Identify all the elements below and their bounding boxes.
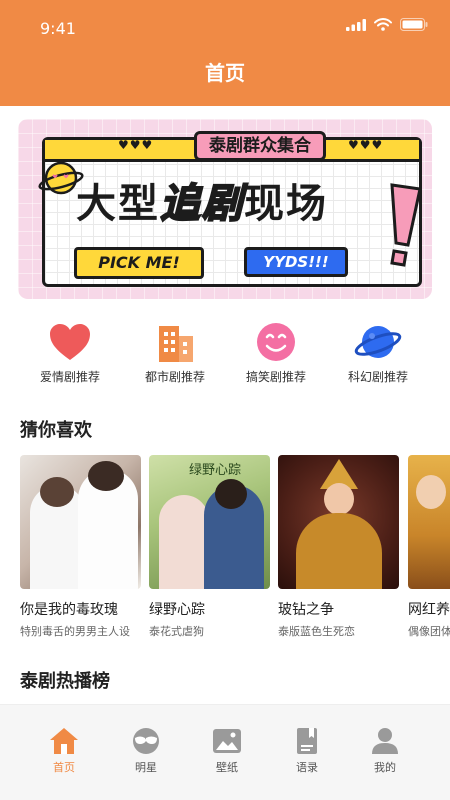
category-label: 都市剧推荐 <box>144 370 205 384</box>
building-icon <box>159 326 193 362</box>
drama-subtitle: 特别毒舌的男男主人设 <box>20 625 130 638</box>
banner-title: 大型追剧现场 <box>76 171 328 229</box>
wifi-icon <box>374 18 392 31</box>
battery-icon <box>400 18 428 31</box>
exclamation-icon <box>390 183 422 267</box>
status-time: 9:41 <box>40 19 76 38</box>
page-title: 首页 <box>205 61 245 85</box>
tab-stars[interactable]: 明星 <box>101 727 191 775</box>
category-urban[interactable]: 都市剧推荐 <box>125 322 225 385</box>
hearts-left: ♥♥♥ <box>118 138 154 152</box>
section-title-hot: 泰剧热播榜 <box>20 671 110 692</box>
drama-card[interactable]: 玻钻之争 泰版蓝色生死恋 <box>278 455 399 639</box>
tab-label: 我的 <box>374 761 396 774</box>
banner-tag: 泰剧群众集合 <box>194 131 326 161</box>
tab-label: 语录 <box>296 761 318 774</box>
category-label: 科幻剧推荐 <box>347 370 408 384</box>
drama-card[interactable]: 你是我的毒玫瑰 特别毒舌的男男主人设 <box>20 455 141 639</box>
heart-icon <box>50 324 90 360</box>
category-scifi[interactable]: 科幻剧推荐 <box>328 322 428 385</box>
drama-poster <box>408 455 450 589</box>
category-label: 搞笑剧推荐 <box>245 370 306 384</box>
bottom-tab-bar: 首页 明星 壁纸 语录 我的 <box>0 704 450 800</box>
poster-overlay-text: 绿野心踪 <box>189 463 242 478</box>
category-row: 爱情剧推荐 都市剧推荐 搞笑剧推荐 科幻剧推荐 <box>0 322 450 392</box>
smile-icon <box>257 323 295 361</box>
drama-poster <box>278 455 399 589</box>
planet-icon <box>354 326 402 358</box>
drama-subtitle: 泰花式虐狗 <box>149 625 204 638</box>
tab-home[interactable]: 首页 <box>19 727 109 775</box>
drama-title: 绿野心踪 <box>149 602 205 618</box>
drama-poster: 绿野心踪 <box>149 455 270 589</box>
drama-card[interactable]: 绿野心踪 绿野心踪 泰花式虐狗 <box>149 455 270 639</box>
star-mask-icon <box>133 728 159 754</box>
book-icon <box>297 728 317 754</box>
home-icon <box>50 728 78 754</box>
drama-title: 你是我的毒玫瑰 <box>20 602 118 618</box>
tab-label: 明星 <box>135 761 157 774</box>
user-icon <box>372 728 398 754</box>
drama-subtitle: 偶像团体 <box>408 625 450 638</box>
tab-wallpaper[interactable]: 壁纸 <box>182 727 272 775</box>
recommend-list: 你是我的毒玫瑰 特别毒舌的男男主人设 绿野心踪 绿野心踪 泰花式虐狗 玻钻之争 … <box>20 455 450 645</box>
category-romance[interactable]: 爱情剧推荐 <box>20 322 120 385</box>
banner-title-accent: 追剧 <box>159 180 244 228</box>
signal-icon <box>346 18 366 31</box>
tab-label: 首页 <box>53 761 75 774</box>
drama-poster <box>20 455 141 589</box>
promo-banner[interactable]: ♥♥♥ ♥♥♥ 泰剧群众集合 大型追剧现场 PICK ME! YYDS!!! <box>18 119 432 299</box>
image-icon <box>213 729 241 753</box>
banner-title-part2: 现场 <box>244 181 328 227</box>
yyds-button[interactable]: YYDS!!! <box>244 247 348 277</box>
hearts-right: ♥♥♥ <box>348 138 384 152</box>
planet-icon <box>38 161 84 195</box>
tab-label: 壁纸 <box>216 761 238 774</box>
app-header: 9:41 首页 <box>0 0 450 106</box>
tab-mine[interactable]: 我的 <box>340 727 430 775</box>
drama-subtitle: 泰版蓝色生死恋 <box>278 625 355 638</box>
drama-card[interactable]: 网红养成记 偶像团体 <box>408 455 450 639</box>
pick-me-button[interactable]: PICK ME! <box>74 247 204 279</box>
banner-title-part1: 大型 <box>76 181 160 227</box>
drama-title: 玻钻之争 <box>278 602 334 618</box>
category-comedy[interactable]: 搞笑剧推荐 <box>226 322 326 385</box>
status-icons <box>346 18 428 31</box>
category-label: 爱情剧推荐 <box>39 370 100 384</box>
section-title-recommend: 猜你喜欢 <box>20 420 92 441</box>
tab-quotes[interactable]: 语录 <box>262 727 352 775</box>
drama-title: 网红养成记 <box>408 602 450 618</box>
